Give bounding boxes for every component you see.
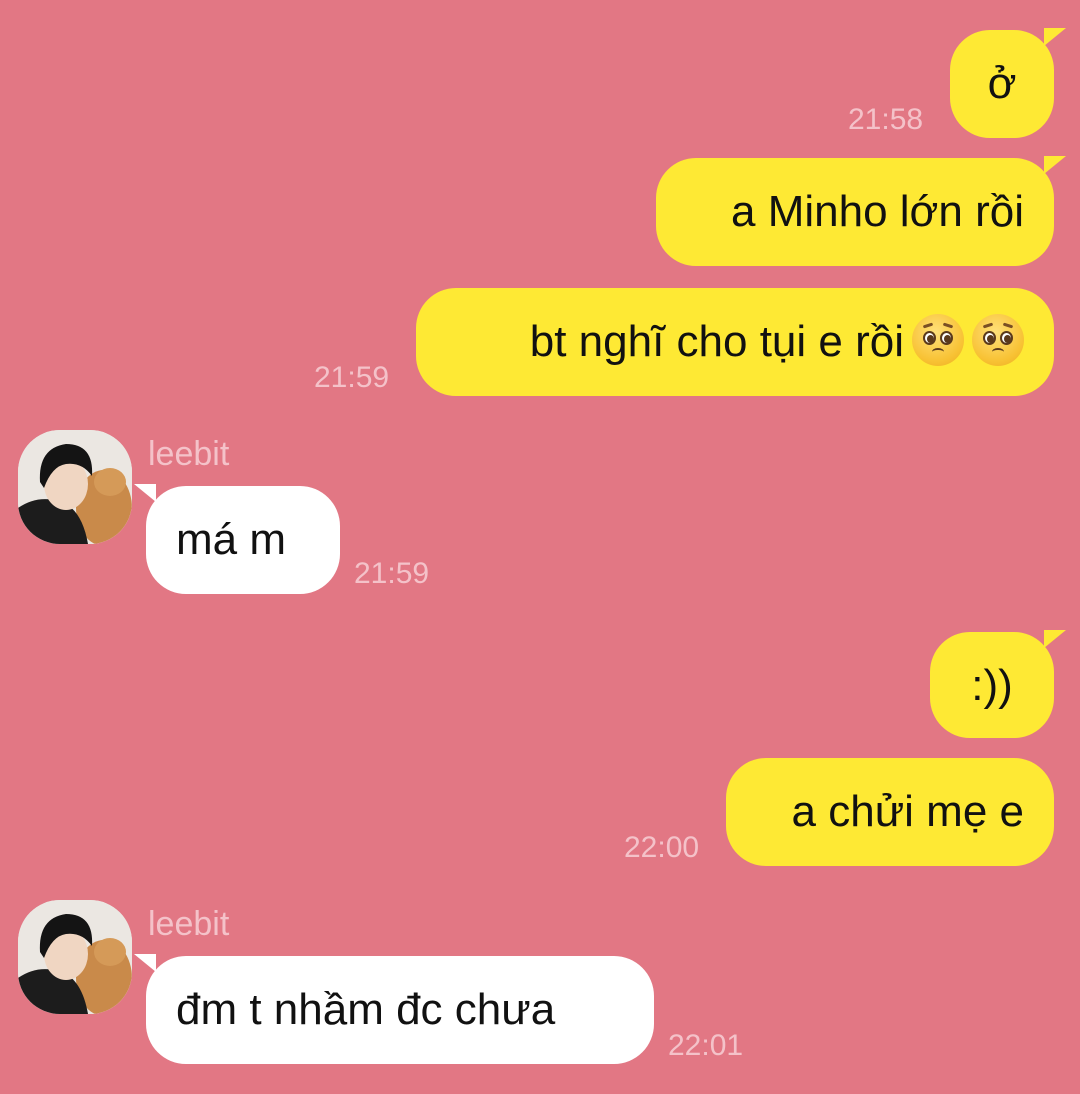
message-text: a chửi mẹ e: [791, 787, 1024, 836]
bubble-tail: [134, 954, 156, 972]
message-text: ở: [987, 59, 1017, 108]
message-text: má m: [176, 515, 286, 564]
incoming-message-bubble[interactable]: đm t nhầm đc chưa: [134, 954, 654, 1064]
sender-name: leebit: [148, 435, 230, 473]
pleading-face-emoji-icon: [972, 314, 1024, 367]
bubble-tail: [1044, 156, 1066, 174]
message-timestamp: 21:59: [314, 361, 390, 394]
message-timestamp: 22:00: [624, 831, 700, 864]
message-text: bt nghĩ cho tụi e rồi: [529, 317, 904, 366]
message-timestamp: 22:01: [668, 1029, 744, 1062]
message-text: :)): [971, 661, 1013, 710]
incoming-message-bubble[interactable]: má m: [134, 484, 340, 594]
sender-name: leebit: [148, 905, 230, 943]
bubble-tail: [1044, 630, 1066, 648]
message-text: a Minho lớn rồi: [731, 187, 1024, 236]
message-timestamp: 21:59: [354, 557, 430, 590]
message-timestamp: 21:58: [848, 103, 924, 136]
message-text: đm t nhầm đc chưa: [176, 985, 556, 1034]
outgoing-message-bubble[interactable]: a Minho lớn rồi: [656, 156, 1066, 266]
avatar-photo-icon: [18, 430, 132, 544]
outgoing-message-bubble[interactable]: :)): [930, 630, 1066, 738]
outgoing-message-bubble[interactable]: a chửi mẹ e: [726, 758, 1054, 866]
outgoing-message-bubble[interactable]: ở: [950, 28, 1066, 138]
pleading-face-emoji-icon: [912, 314, 964, 367]
bubble-tail: [1044, 28, 1066, 46]
bubble-tail: [134, 484, 156, 502]
avatar[interactable]: [18, 900, 132, 1014]
avatar-photo-icon: [18, 900, 132, 1014]
chat-conversation: 21:58 ở a Minho lớn rồi 21:59 bt nghĩ ch…: [0, 0, 1080, 1094]
outgoing-message-bubble[interactable]: bt nghĩ cho tụi e rồi: [416, 288, 1054, 396]
avatar[interactable]: [18, 430, 132, 544]
